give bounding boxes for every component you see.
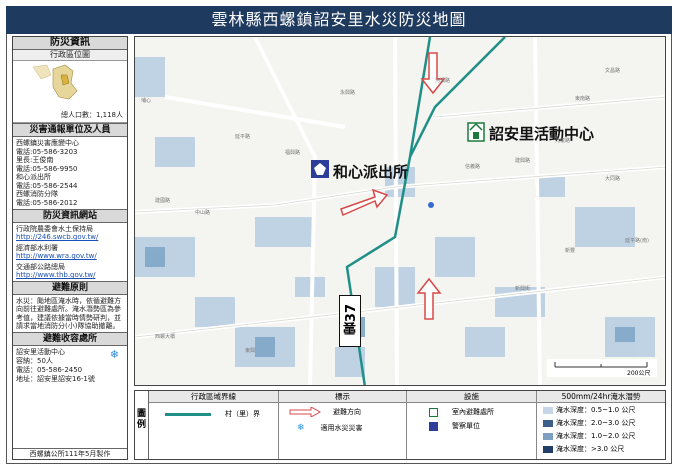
sites-header: 防災資訊網站 [13,209,127,223]
street-label: 新豐 [565,248,576,254]
street-label: 光復路 [555,138,571,144]
street-label: 河濱路 [435,78,451,84]
flood-level-item: 淹水深度：0.5~1.0 公尺 [543,405,635,415]
population: 總人口數：1,118人 [60,111,123,119]
legend-facility-col: 設施 室內避難處所 警察單位 [407,391,537,459]
legend: 圖例 行政區域界線 村（里）界 標示 避難方向 ❄ 適用水災災害 設施 室內避難… [134,390,666,460]
flood-swatch [543,419,553,427]
shelter-info: ❄ 詔安里活動中心 容納：50人 電話：05-586-2450 地址：詔安里詔安… [13,346,127,386]
flood-level-label: 淹水深度：>3.0 公尺 [556,445,625,453]
map-title: 雲林縣西螺鎮詔安里水災防災地圖 [6,6,672,34]
street-label: 新興街 [515,286,531,292]
street-label: 中山路 [195,210,211,216]
site-name: 經濟部水利署 [16,244,58,252]
location-subheader: 行政區位圖 [13,50,127,61]
flood-rescue-label: 適用水災災害 [320,424,363,432]
flood-level-item: 淹水深度：2.0~3.0 公尺 [543,418,635,428]
flood-swatch [543,432,553,440]
map-graphics [135,37,665,385]
evac-label: 避難方向 [333,408,361,416]
site-name: 交通部公路總局 [16,263,65,271]
boundary-header: 行政區域界線 [149,391,278,403]
shelter-phone: 電話：05-586-2450 [16,366,83,375]
boundary-label: 村（里）界 [225,410,260,418]
flood-swatch [543,406,553,414]
facility-header: 設施 [407,391,536,403]
shelter-facility-label: 室內避難處所 [452,408,494,416]
shelter-capacity: 容納：50人 [16,357,53,366]
boundary-item: 村（里）界 [165,409,260,419]
road-shield: 雲37 [339,295,361,347]
flood-rescue-item: ❄ 適用水災災害 [297,423,363,433]
shelter-facility-item: 室內避難處所 [429,407,494,417]
street-label: 西螺大橋 [155,334,176,340]
street-label: 埔心 [141,98,152,104]
flood-rescue-icon: ❄ [109,348,119,362]
street-label: 文昌路 [605,68,621,74]
flood-rescue-icon: ❄ [297,423,305,433]
contacts-header: 災害通報單位及人員 [13,123,127,137]
contact-line: 電話:05-586-2012 [16,198,78,207]
contact-line: 西螺消防分隊 [16,190,58,198]
contact-line: 西螺鎮災害應變中心 [16,139,79,147]
flood-level-label: 淹水深度：2.0~3.0 公尺 [556,419,636,427]
boundary-line-icon [165,412,211,416]
site-link[interactable]: http://246.swcb.gov.tw/ [16,233,124,241]
contact-line: 里長:王俊南 [16,156,54,164]
shelter-address: 地址：詔安里詔安16-1號 [16,375,95,384]
police-unit-item: 警察單位 [429,421,480,431]
map-canvas[interactable]: 詔安里活動中心 和心派出所 永興路 延平路 東南路 建興路 中山路 大同路 建國… [134,36,666,386]
flood-swatch [543,445,553,453]
site-name: 行政院農委會水土保持局 [16,225,93,233]
police-unit-label: 警察單位 [452,422,480,430]
street-label: 延平路 [235,134,251,140]
contact-line: 電話:05-586-2544 [16,181,78,190]
flood-level-item: 淹水深度：1.0~2.0 公尺 [543,431,635,441]
flood-level-label: 淹水深度：1.0~2.0 公尺 [556,432,636,440]
street-label: 建興路 [515,158,531,164]
legend-flood-col: 500mm/24hr淹水潛勢 淹水深度：0.5~1.0 公尺 淹水深度：2.0~… [537,391,665,459]
flood-level-item: 淹水深度：>3.0 公尺 [543,444,624,454]
maker-credit: 西螺鎮公所111年5月製作 [13,448,127,459]
legend-caption: 圖例 [135,391,149,459]
street-label: 福興路 [285,150,301,156]
evacuation-arrow-icon [289,407,321,417]
site-link[interactable]: http://www.wra.gov.tw/ [16,252,124,260]
street-label: 東南路 [575,96,591,102]
activity-center-label: 詔安里活動中心 [489,125,595,143]
activity-center-icon [429,407,438,417]
road-number: 雲37 [344,304,359,336]
legend-boundary-col: 行政區域界線 村（里）界 [149,391,279,459]
symbols-header: 標示 [279,391,406,403]
contacts-list: 西螺鎮災害應變中心 電話:05-586-3203 里長:王俊南 電話:05-58… [13,137,127,209]
contact-line: 電話:05-586-3203 [16,147,78,156]
evac-item: 避難方向 [289,407,361,417]
site-link[interactable]: http://www.thb.gov.tw/ [16,271,124,279]
street-label: 建國路 [155,198,171,204]
shelter-header: 避難收容處所 [13,332,127,347]
street-label: 信義路 [465,164,481,170]
flood-header: 500mm/24hr淹水潛勢 [537,391,665,403]
police-station-label: 和心派出所 [333,163,409,181]
location-map: 總人口數：1,118人 [13,61,127,123]
legend-symbols-col: 標示 避難方向 ❄ 適用水災災害 [279,391,407,459]
police-station-icon [429,421,438,431]
flood-level-label: 淹水深度：0.5~1.0 公尺 [556,406,636,414]
contact-line: 電話:05-586-9950 [16,164,78,173]
principle-text: 水災：颱地區淹水時，依循避難方向前往避難處所。淹水潛勢區為參考值，建議依據當時情… [16,297,121,330]
principle-header: 避難原則 [13,281,127,295]
street-label: 永興路 [340,90,356,96]
panel-header: 防災資訊 [13,37,127,50]
sites-list: 行政院農委會水土保持局 http://246.swcb.gov.tw/ 經濟部水… [13,223,127,281]
street-label: 東興 [245,348,256,354]
street-label: 大同路 [605,176,621,182]
police-station-icon [311,160,329,178]
scale-bar: 200公尺 [547,359,657,377]
scale-label: 200公尺 [627,370,651,377]
contact-line: 和心派出所 [16,173,51,181]
activity-center-icon [467,122,485,142]
info-panel: 防災資訊 行政區位圖 總人口數：1,118人 災害通報單位及人員 西螺鎮災害應變… [12,36,128,460]
shelter-name: 詔安里活動中心 [16,348,65,357]
street-label: 延平路(南) [625,238,649,244]
